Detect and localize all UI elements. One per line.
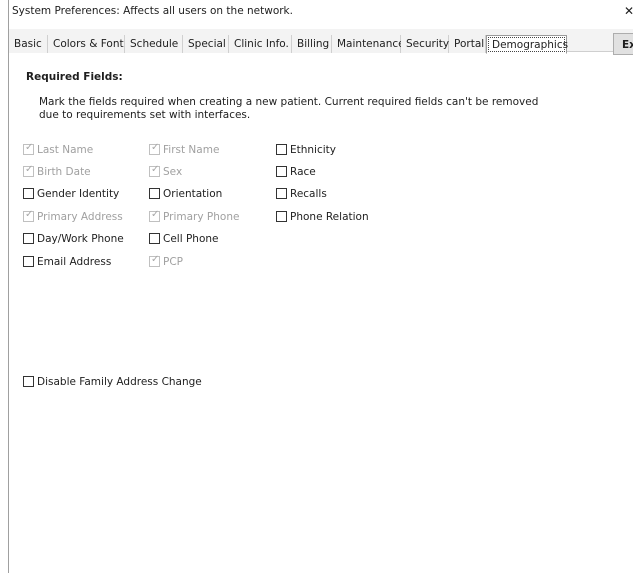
tab-schedule[interactable]: Schedule [125, 35, 183, 53]
checkbox-cell-phone[interactable]: Cell Phone [149, 232, 219, 246]
checkmark-icon: ✓ [151, 254, 160, 265]
tab-maintenance[interactable]: Maintenance [332, 35, 405, 53]
window-title: System Preferences: Affects all users on… [12, 5, 293, 17]
checkbox-email-address[interactable]: Email Address [23, 255, 111, 269]
checkbox-disable-family-address-change[interactable]: Disable Family Address Change [23, 375, 202, 389]
checkbox-box[interactable] [276, 211, 287, 222]
checkbox-box[interactable] [276, 188, 287, 199]
checkbox-day-work-phone[interactable]: Day/Work Phone [23, 232, 124, 246]
checkbox-orientation[interactable]: Orientation [149, 187, 222, 201]
checkbox-primary-address[interactable]: ✓ Primary Address [23, 209, 123, 224]
tab-strip: Basic Colors & Font Schedule Special Cli… [9, 29, 633, 54]
tab-security[interactable]: Security [401, 35, 449, 53]
tab-demographics[interactable]: Demographics [486, 35, 568, 54]
checkbox-race[interactable]: Race [276, 165, 316, 179]
checkbox-box[interactable] [276, 166, 287, 177]
checkbox-box[interactable]: ✓ [149, 142, 160, 155]
checkbox-box[interactable] [23, 376, 34, 387]
checkbox-box[interactable]: ✓ [149, 254, 160, 267]
tab-colors-font[interactable]: Colors & Font [48, 35, 125, 53]
checkbox-box[interactable]: ✓ [149, 164, 160, 177]
checkbox-box[interactable] [23, 256, 34, 267]
required-fields-heading: Required Fields: [26, 71, 123, 83]
checkbox-box[interactable]: ✓ [23, 209, 34, 222]
checkbox-pcp[interactable]: ✓ PCP [149, 254, 183, 269]
checkbox-ethnicity[interactable]: Ethnicity [276, 143, 336, 157]
checkmark-icon: ✓ [151, 164, 160, 175]
checkmark-icon: ✓ [25, 142, 34, 153]
tab-billing[interactable]: Billing [292, 35, 332, 53]
checkbox-primary-phone[interactable]: ✓ Primary Phone [149, 209, 239, 224]
checkmark-icon: ✓ [151, 142, 160, 153]
close-icon[interactable]: ✕ [624, 0, 633, 22]
checkbox-box[interactable]: ✓ [23, 164, 34, 177]
checkbox-recalls[interactable]: Recalls [276, 187, 327, 201]
checkmark-icon: ✓ [151, 209, 160, 220]
exit-button[interactable]: Exit [613, 33, 633, 55]
checkmark-icon: ✓ [25, 209, 34, 220]
system-preferences-window: System Preferences: Affects all users on… [8, 0, 633, 573]
tab-basic[interactable]: Basic [9, 35, 48, 53]
checkbox-box[interactable] [149, 188, 160, 199]
title-bar: System Preferences: Affects all users on… [9, 0, 633, 22]
checkbox-last-name[interactable]: ✓ Last Name [23, 142, 93, 157]
checkbox-sex[interactable]: ✓ Sex [149, 164, 182, 179]
checkbox-box[interactable]: ✓ [149, 209, 160, 222]
checkbox-birth-date[interactable]: ✓ Birth Date [23, 164, 91, 179]
checkbox-phone-relation[interactable]: Phone Relation [276, 210, 369, 224]
checkbox-gender-identity[interactable]: Gender Identity [23, 187, 119, 201]
tab-portal[interactable]: Portal [449, 35, 486, 53]
checkbox-box[interactable]: ✓ [23, 142, 34, 155]
required-fields-description: Mark the fields required when creating a… [39, 96, 539, 121]
checkbox-box[interactable] [276, 144, 287, 155]
tab-clinic-info[interactable]: Clinic Info. [229, 35, 292, 53]
demographics-panel: Required Fields: Mark the fields require… [9, 59, 633, 573]
tab-special[interactable]: Special [183, 35, 229, 53]
checkbox-first-name[interactable]: ✓ First Name [149, 142, 219, 157]
checkbox-box[interactable] [149, 233, 160, 244]
checkbox-box[interactable] [23, 233, 34, 244]
checkmark-icon: ✓ [25, 164, 34, 175]
checkbox-box[interactable] [23, 188, 34, 199]
